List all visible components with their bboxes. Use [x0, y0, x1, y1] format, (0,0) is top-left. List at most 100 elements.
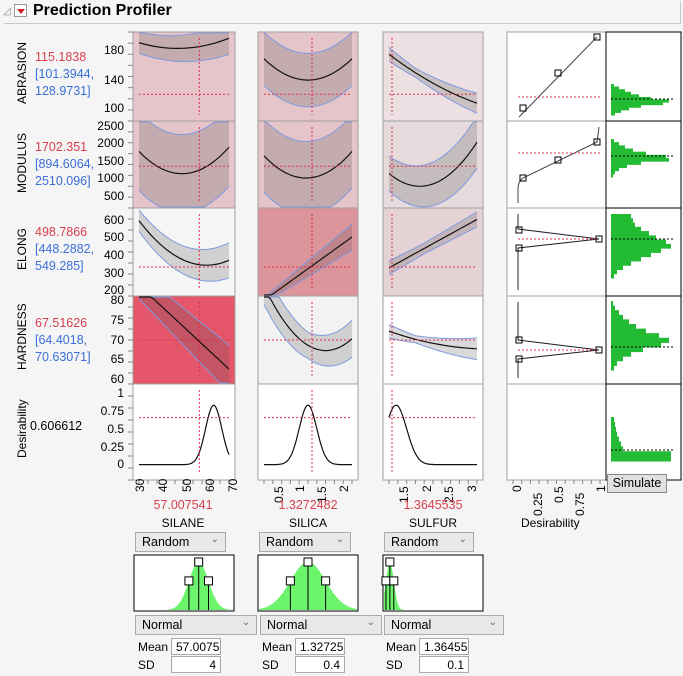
- histogram-bar-hardness: [611, 305, 615, 311]
- xtick: 30: [133, 478, 147, 492]
- mean-label: Mean: [138, 640, 169, 654]
- desirability-panel: [506, 207, 607, 297]
- distribution-handle: [321, 576, 331, 586]
- histogram-bar-modulus: [611, 139, 614, 143]
- distribution-handle: [204, 576, 213, 586]
- histogram-bar-elong: [611, 273, 614, 279]
- desirability-panel: [506, 383, 607, 481]
- histogram-bar-desirability: [611, 426, 616, 433]
- distribution-handle: [385, 557, 395, 567]
- histogram-bar-hardness: [611, 324, 636, 330]
- histogram-bar-desirability: [611, 456, 671, 462]
- histogram-bar-hardness: [611, 365, 614, 371]
- histogram-panel: [605, 383, 682, 481]
- factor-value-sulfur[interactable]: 1.3645535: [373, 498, 493, 512]
- sd-input-silane[interactable]: 4: [171, 656, 221, 673]
- distribution-handle: [381, 576, 391, 586]
- xtick: 1: [293, 485, 307, 492]
- distribution-value: Normal: [142, 618, 183, 632]
- histogram-bar-modulus: [611, 148, 633, 153]
- xtick: 1: [594, 485, 608, 492]
- xtick: 50: [180, 478, 194, 492]
- distribution-select-sulfur[interactable]: Normal ⌄: [384, 615, 504, 635]
- histogram-bar-modulus: [611, 170, 615, 175]
- xtick: 3: [465, 485, 479, 492]
- mean-input-sulfur[interactable]: 1.36455: [419, 638, 469, 655]
- histogram-bar-hardness: [611, 347, 643, 353]
- xtick: 0.25: [531, 492, 545, 516]
- xtick: 40: [156, 478, 170, 492]
- distribution-select-silane[interactable]: Normal ⌄: [135, 615, 257, 635]
- histogram-bar-hardness: [611, 337, 669, 343]
- histogram-bar-desirability: [611, 431, 617, 438]
- distribution-value: Normal: [391, 618, 432, 632]
- factor-name-silica: SILICA: [288, 516, 327, 530]
- sd-label: SD: [386, 658, 403, 672]
- histogram-bar-desirability: [611, 436, 619, 442]
- mode-select-silane[interactable]: Random ⌄: [135, 532, 226, 552]
- histogram-bar-elong: [611, 235, 656, 241]
- histogram-bar-elong: [611, 269, 617, 275]
- xtick: 0.5: [552, 486, 566, 503]
- mode-value: Random: [142, 535, 190, 549]
- xtick: 70: [226, 478, 240, 492]
- xtick: 60: [203, 478, 217, 492]
- mode-select-silica[interactable]: Random ⌄: [259, 532, 351, 552]
- histogram-bar-elong: [611, 218, 633, 224]
- histogram-bar-desirability: [611, 441, 621, 447]
- mode-select-sulfur[interactable]: Random ⌄: [384, 532, 474, 552]
- histogram-bar-desirability: [611, 451, 671, 457]
- xtick: 0.75: [573, 492, 587, 516]
- profile-panel: [382, 383, 484, 481]
- distribution-handle: [184, 576, 194, 586]
- desirability-axis-label: Desirability: [521, 516, 580, 530]
- mode-value: Random: [391, 535, 439, 549]
- chevron-down-icon: ⌄: [366, 617, 375, 628]
- sd-label: SD: [138, 658, 155, 672]
- distribution-handle: [194, 557, 204, 567]
- profiler-grid[interactable]: [0, 0, 683, 676]
- histogram-bar-modulus: [611, 164, 627, 168]
- histogram-bar-elong: [611, 231, 649, 236]
- chevron-down-icon: ⌄: [488, 617, 497, 628]
- simulate-button[interactable]: Simulate: [607, 474, 667, 493]
- distribution-select-silica[interactable]: Normal ⌄: [260, 615, 382, 635]
- distribution-handle: [389, 576, 399, 586]
- histogram-bar-desirability: [611, 421, 615, 428]
- histogram-bar-elong: [611, 252, 651, 258]
- distribution-value: Normal: [267, 618, 308, 632]
- sd-label: SD: [262, 658, 279, 672]
- histogram-bar-hardness: [611, 351, 631, 357]
- histogram-bar-elong: [611, 214, 631, 219]
- factor-value-silane[interactable]: 57.007541: [123, 498, 243, 512]
- histogram-bar-modulus: [611, 161, 641, 165]
- histogram-bar-elong: [611, 222, 635, 228]
- histogram-bar-hardness: [611, 328, 646, 334]
- mean-input-silica[interactable]: 1.32725: [295, 638, 345, 655]
- desirability-panel: [506, 120, 607, 209]
- factor-name-sulfur: SULFUR: [408, 516, 457, 530]
- histogram-bar-modulus: [611, 154, 666, 159]
- sd-input-sulfur[interactable]: 0.1: [419, 656, 469, 673]
- histogram-bar-abrasion: [611, 112, 615, 116]
- distribution-handle: [303, 557, 313, 567]
- xtick: 2: [337, 485, 351, 492]
- histogram-bar-hardness: [611, 301, 613, 307]
- profile-panel: [132, 383, 236, 481]
- histogram-bar-elong: [611, 260, 631, 266]
- chevron-down-icon: ⌄: [335, 534, 344, 545]
- histogram-bar-elong: [611, 256, 641, 262]
- histogram-bar-elong: [611, 239, 666, 245]
- mean-label: Mean: [262, 640, 293, 654]
- mode-value: Random: [266, 535, 314, 549]
- xtick: 2: [420, 485, 434, 492]
- histogram-bar-desirability: [611, 446, 623, 452]
- factor-name-silane: SILANE: [161, 516, 205, 530]
- mean-input-silane[interactable]: 57.0075: [171, 638, 221, 655]
- factor-value-silica[interactable]: 1.3272482: [248, 498, 368, 512]
- sd-input-silica[interactable]: 0.4: [295, 656, 345, 673]
- histogram-bar-hardness: [611, 314, 623, 320]
- xtick: 0: [510, 485, 524, 492]
- profile-panel: [257, 383, 359, 481]
- histogram-bar-hardness: [611, 356, 623, 362]
